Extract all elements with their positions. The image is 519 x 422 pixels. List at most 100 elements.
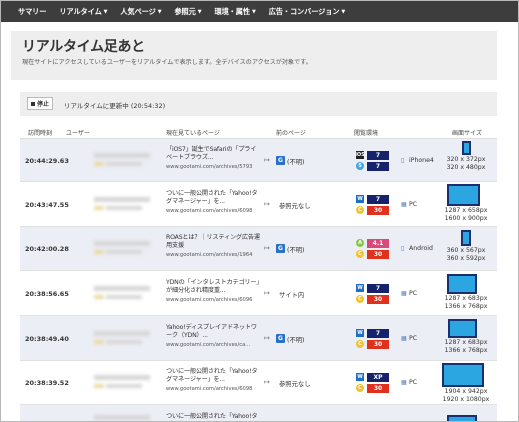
screen-size-preview (448, 319, 477, 338)
device-name: PC (409, 290, 418, 297)
nav-environment-label: 環境・属性 (214, 6, 250, 16)
device-icon: ▦ (401, 290, 407, 297)
nav-referrer-label: 参照元 (174, 6, 196, 16)
browser-version: 7 (367, 162, 389, 171)
screen-size: 1366 x 768px (444, 303, 488, 310)
user-badge-redacted (94, 295, 104, 299)
user-id-redacted (94, 241, 150, 246)
visit-time: 20:38:39.52 (25, 379, 69, 387)
nav-environment[interactable]: 環境・属性 ▼ (214, 7, 255, 17)
stop-icon (30, 101, 35, 106)
screen-size: 1920 x 1080px (442, 396, 490, 403)
current-page-title[interactable]: ついに一般公開された「Yahoo!タグマネージャー」を... (166, 368, 262, 384)
nav-popular-pages[interactable]: 人気ページ ▼ (120, 7, 161, 17)
nav-summary-label: サマリー (18, 6, 47, 16)
nav-realtime[interactable]: リアルタイム ▼ (59, 7, 107, 17)
prev-page[interactable]: (不明) (287, 335, 305, 344)
current-page-url[interactable]: www.gootami.com/archives/6098 (166, 386, 252, 392)
page-description: 現在サイトにアクセスしているユーザーをリアルタイムで表示します。全デバイスのアク… (22, 59, 312, 66)
arrow-right-icon: ↦ (264, 200, 270, 208)
prev-page[interactable]: サイト内 (279, 290, 304, 299)
google-icon: G (276, 156, 285, 165)
nav-ads-conversion[interactable]: 広告・コンバージョン ▼ (268, 6, 346, 17)
user-detail-redacted (106, 206, 142, 210)
current-page-url[interactable]: www.gootami.com/archives/5793 (166, 164, 252, 170)
screen-size-preview (447, 184, 480, 206)
current-page-title[interactable]: YDNの「インタレストカテゴリー」が細分化され精度重... (166, 279, 262, 295)
table-row[interactable]: 20:44:29.63 「iOS7」誕生でSafariの「プライベートブラウズ..… (20, 139, 497, 182)
prev-page[interactable]: 参照元なし (279, 379, 310, 388)
table-row[interactable]: 20:38:39.52 ついに一般公開された「Yahoo!タグマネージャー」を..… (20, 361, 497, 405)
current-page-title[interactable]: ついに一般公開された「Yahoo!タグマネージャー」を... (166, 190, 262, 206)
user-badge-redacted (94, 206, 104, 210)
caret-down-icon: ▼ (251, 8, 256, 15)
current-page-title[interactable]: Yahoo!ディスプレイアドネットワーク（YDN）... (166, 324, 262, 340)
user-id-redacted (94, 415, 150, 420)
browser-version: 30 (367, 250, 389, 259)
user-detail-redacted (106, 250, 142, 254)
table-row[interactable]: 20:43:47.55 ついに一般公開された「Yahoo!タグマネージャー」を..… (20, 182, 497, 227)
device-icon: ▯ (401, 245, 405, 252)
stop-button[interactable]: 停止 (27, 97, 53, 110)
col-time[interactable]: 訪問時刻 (28, 128, 52, 137)
prev-page[interactable]: (不明) (287, 157, 305, 166)
prev-page[interactable]: 参照元なし (279, 201, 310, 210)
user-id-redacted (94, 375, 150, 380)
browser-version: 30 (367, 340, 389, 349)
nav-referrer[interactable]: 参照元 ▼ (174, 7, 201, 17)
viewport-size: 1904 x 942px (444, 388, 488, 395)
col-screen[interactable]: 画面サイズ (452, 128, 482, 137)
arrow-right-icon: ↦ (264, 334, 270, 342)
visit-time: 20:44:29.63 (25, 157, 69, 165)
current-page-title[interactable]: ついに一般公開された「Yahoo!タグマネージャー」を... (166, 413, 262, 421)
device-icon: ▦ (401, 335, 407, 342)
browser-icon: C (356, 340, 364, 348)
google-icon: G (276, 244, 285, 253)
col-user[interactable]: ユーザー (66, 128, 90, 137)
table-row[interactable]: 20:38:56.65 YDNの「インタレストカテゴリー」が細分化され精度重...… (20, 271, 497, 316)
google-icon: G (276, 334, 285, 343)
current-page-url[interactable]: www.gootami.com/archives/1964 (166, 252, 252, 258)
user-detail-redacted (106, 384, 142, 388)
viewport-size: 1287 x 683px (444, 339, 488, 346)
os-version: 7 (367, 195, 389, 204)
page-header: リアルタイム足あと 現在サイトにアクセスしているユーザーをリアルタイムで表示しま… (11, 31, 497, 80)
os-version: 7 (367, 151, 389, 160)
user-badge-redacted (94, 340, 104, 344)
current-page-url[interactable]: www.gootami.com/archives/ca... (166, 342, 250, 348)
current-page-title[interactable]: ROASとは？｜リスティング広告運用支援 (166, 234, 262, 250)
os-icon: W (356, 284, 364, 292)
device-icon: ▯ (401, 157, 405, 164)
screen-size: 1366 x 768px (444, 347, 488, 354)
current-page-title[interactable]: 「iOS7」誕生でSafariの「プライベートブラウズ... (166, 146, 262, 162)
current-page-url[interactable]: www.gootami.com/archives/6096 (166, 297, 252, 303)
device-name: iPhone4 (409, 157, 434, 164)
current-page-url[interactable]: www.gootami.com/archives/6098 (166, 208, 252, 214)
col-page[interactable]: 現在見ているページ (166, 128, 220, 137)
browser-version: 30 (367, 206, 389, 215)
col-env[interactable]: 閲覧環境 (354, 128, 378, 137)
table-row[interactable]: 20:38:49.40 Yahoo!ディスプレイアドネットワーク（YDN）... w… (20, 316, 497, 361)
visit-time: 20:43:47.55 (25, 201, 69, 209)
os-icon: W (356, 195, 364, 203)
arrow-right-icon: ↦ (264, 244, 270, 252)
status-bar: 停止 リアルタイムに更新中 (20:54:32) (20, 92, 497, 116)
nav-ads-conversion-label: 広告・コンバージョン (268, 6, 340, 16)
app-window: サマリー リアルタイム ▼ 人気ページ ▼ 参照元 ▼ 環境・属性 ▼ 広告・コンバージ… (0, 0, 519, 422)
status-text: リアルタイムに更新中 (20:54:32) (64, 102, 166, 110)
nav-summary[interactable]: サマリー (18, 7, 46, 17)
caret-down-icon: ▼ (341, 8, 346, 15)
top-nav: サマリー リアルタイム ▼ 人気ページ ▼ 参照元 ▼ 環境・属性 ▼ 広告・コンバージ… (1, 1, 518, 22)
table-row[interactable]: 20:42:00.28 ROASとは？｜リスティング広告運用支援 www.goota… (20, 227, 497, 271)
col-prev[interactable]: 前のページ (276, 128, 306, 137)
table-header: 訪問時刻 ユーザー 現在見ているページ 前のページ 閲覧環境 画面サイズ (20, 127, 497, 139)
table-row[interactable]: ついに一般公開された「Yahoo!タグマネージャー」を... (20, 405, 497, 421)
user-id-redacted (94, 331, 150, 336)
prev-page[interactable]: (不明) (287, 245, 305, 254)
stop-label: 停止 (36, 101, 49, 108)
device-icon: ▦ (401, 379, 407, 386)
os-icon: W (356, 329, 364, 337)
device-name: PC (409, 379, 418, 386)
screen-size: 320 x 480px (446, 164, 486, 171)
browser-icon: C (356, 295, 364, 303)
